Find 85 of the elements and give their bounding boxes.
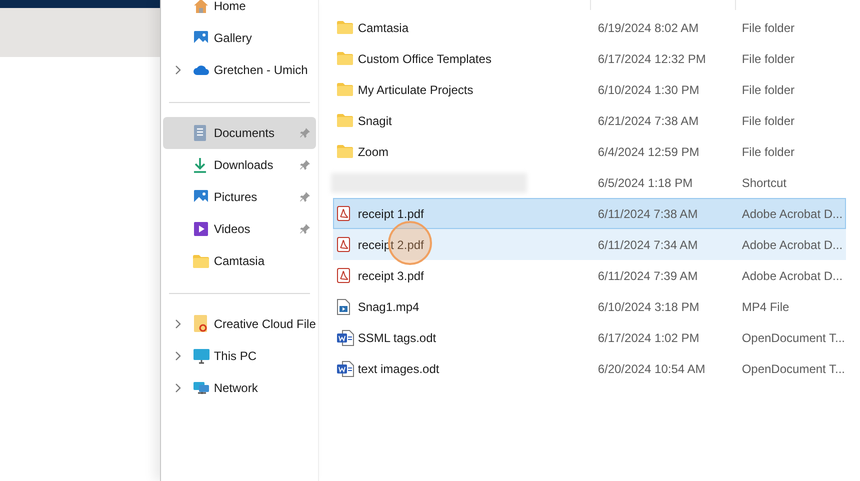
pin-icon[interactable] — [300, 160, 310, 170]
navigation-item[interactable]: Creative Cloud File — [162, 308, 316, 340]
chevron-icon[interactable] — [174, 319, 181, 329]
picture-icon — [192, 189, 209, 205]
file-name: Snag1.mp4 — [358, 298, 420, 316]
file-name: My Articulate Projects — [358, 82, 474, 98]
navigation-item[interactable]: Gretchen - Umich — [162, 54, 316, 86]
navigation-item[interactable]: This PC — [162, 340, 316, 372]
file-type: File folder — [742, 20, 795, 36]
date-modified: 6/20/2024 10:54 AM — [598, 360, 706, 378]
file-row[interactable]: Zoom 6/4/2024 12:59 PM File folder — [332, 136, 846, 167]
file-type: File folder — [742, 144, 795, 160]
file-type: Adobe Acrobat D... — [742, 206, 843, 222]
file-name: SSML tags.odt — [358, 330, 436, 346]
file-name: Camtasia — [358, 20, 409, 36]
folder-icon — [336, 21, 353, 34]
chevron-icon[interactable] — [174, 383, 181, 393]
video-icon — [192, 221, 209, 237]
navigation-item[interactable]: Documents — [162, 117, 316, 149]
file-type: OpenDocument T... — [742, 360, 845, 378]
file-row[interactable]: text images.odt 6/20/2024 10:54 AM OpenDocument T... — [332, 353, 846, 384]
chevron-icon[interactable] — [174, 65, 181, 75]
navigation-item[interactable]: Camtasia — [162, 245, 316, 277]
date-modified: 6/4/2024 12:59 PM — [598, 144, 700, 160]
file-name: text images.odt — [358, 360, 440, 378]
date-modified: 6/11/2024 7:34 AM — [598, 236, 699, 254]
network-icon — [192, 380, 210, 396]
folder-icon — [336, 145, 353, 158]
word-document-icon — [336, 360, 354, 376]
file-row[interactable]: SSML tags.odt 6/17/2024 1:02 PM OpenDocument T... — [332, 322, 846, 353]
folder-icon — [336, 83, 353, 96]
file-row[interactable]: receipt 3.pdf 6/11/2024 7:39 AM Adobe Acrobat D... — [332, 260, 846, 291]
pdf-icon — [336, 206, 350, 221]
download-icon — [192, 157, 207, 173]
date-modified: 6/17/2024 12:32 PM — [598, 50, 707, 68]
file-type: MP4 File — [742, 298, 790, 316]
file-name: receipt 3.pdf — [358, 268, 424, 284]
folder-icon — [192, 254, 209, 268]
word-document-icon — [336, 330, 354, 346]
date-modified: 6/21/2024 7:38 AM — [598, 112, 700, 130]
navigation-item[interactable]: Network — [162, 372, 316, 404]
file-type: OpenDocument T... — [742, 330, 845, 346]
file-name: Zoom — [358, 144, 389, 160]
navigation-item[interactable]: Downloads — [162, 149, 316, 181]
file-type: Adobe Acrobat D... — [742, 236, 843, 254]
file-row[interactable]: 6/5/2024 1:18 PM Shortcut — [332, 167, 846, 198]
pdf-icon — [336, 268, 350, 283]
file-name: Custom Office Templates — [358, 50, 492, 68]
date-modified: 6/11/2024 7:38 AM — [598, 206, 699, 222]
navigation-item[interactable]: Gallery — [162, 22, 316, 54]
file-type: File folder — [742, 50, 795, 68]
date-modified: 6/11/2024 7:39 AM — [598, 268, 699, 284]
pdf-icon — [336, 237, 350, 252]
chevron-icon[interactable] — [174, 351, 181, 361]
navigation-item[interactable]: Videos — [162, 213, 316, 245]
cloud-icon — [192, 64, 210, 76]
picture-icon — [192, 30, 209, 46]
date-modified: 6/5/2024 1:18 PM — [598, 174, 694, 192]
date-modified: 6/17/2024 1:02 PM — [598, 330, 700, 346]
date-modified: 6/10/2024 3:18 PM — [598, 298, 700, 316]
file-row[interactable]: Custom Office Templates 6/17/2024 12:32 PM File folder — [332, 43, 846, 74]
date-modified: 6/19/2024 8:02 AM — [598, 20, 700, 36]
pin-icon[interactable] — [300, 192, 310, 202]
file-row[interactable]: My Articulate Projects 6/10/2024 1:30 PM File folder — [332, 74, 846, 105]
file-type: Adobe Acrobat D... — [742, 268, 843, 284]
folder-cloud-icon — [192, 315, 209, 333]
file-type: File folder — [742, 82, 795, 98]
file-type: Shortcut — [742, 174, 787, 192]
file-row[interactable]: Snag1.mp4 6/10/2024 3:18 PM MP4 File — [332, 291, 846, 322]
file-name: Snagit — [358, 112, 392, 130]
navigation-item[interactable]: Home — [162, 0, 316, 22]
navigation-item[interactable]: Pictures — [162, 181, 316, 213]
video-file-icon — [336, 298, 350, 314]
document-icon — [192, 125, 207, 141]
folder-icon — [336, 52, 353, 65]
pin-icon[interactable] — [300, 224, 310, 234]
file-row[interactable]: Camtasia 6/19/2024 8:02 AM File folder — [332, 12, 846, 43]
file-row[interactable]: Snagit 6/21/2024 7:38 AM File folder — [332, 105, 846, 136]
folder-icon — [336, 114, 353, 127]
home-icon — [192, 0, 209, 14]
file-row[interactable]: receipt 1.pdf 6/11/2024 7:38 AM Adobe Acrobat D... — [332, 198, 846, 229]
file-name: receipt 1.pdf — [358, 206, 424, 222]
monitor-icon — [192, 348, 210, 364]
date-modified: 6/10/2024 1:30 PM — [598, 82, 700, 98]
file-type: File folder — [742, 112, 795, 130]
